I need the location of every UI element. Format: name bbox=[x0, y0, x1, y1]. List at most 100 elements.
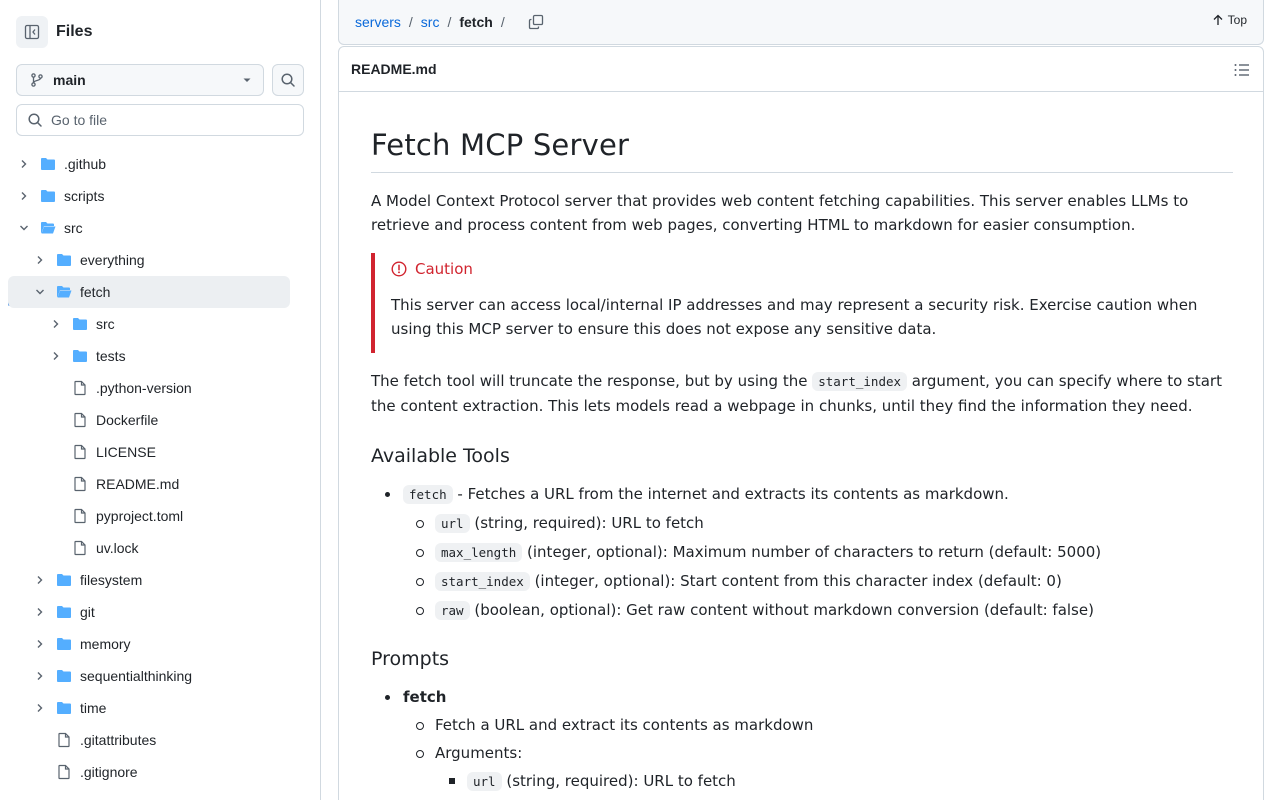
tree-item-label: filesystem bbox=[80, 572, 143, 588]
tree-folder-git[interactable]: git bbox=[8, 596, 290, 628]
folder-icon bbox=[56, 700, 72, 716]
tree-item-label: tests bbox=[96, 348, 126, 364]
tools-list: fetch - Fetches a URL from the internet … bbox=[371, 482, 1233, 623]
chevron-right-icon[interactable] bbox=[32, 668, 48, 684]
file-tree-sidebar: Files main .github scripts src everything fe… bbox=[0, 0, 321, 800]
tree-item-label: fetch bbox=[80, 284, 111, 300]
stop-alert-icon bbox=[391, 261, 407, 277]
inline-code: url bbox=[467, 772, 502, 791]
argument-description: (string, required): URL to fetch bbox=[501, 772, 736, 790]
tree-folder-everything[interactable]: everything bbox=[8, 244, 290, 276]
inline-code: start_index bbox=[812, 372, 908, 391]
sidebar-collapse-icon bbox=[24, 24, 40, 40]
tree-file-pyproject-toml[interactable]: pyproject.toml bbox=[8, 500, 290, 532]
tree-folder-fetch[interactable]: fetch bbox=[8, 276, 290, 308]
folder-icon bbox=[56, 636, 72, 652]
breadcrumb-src-link[interactable]: src bbox=[421, 14, 440, 30]
list-item: raw (boolean, optional): Get raw content… bbox=[403, 598, 1233, 623]
tree-item-label: pyproject.toml bbox=[96, 508, 184, 524]
chevron-right-icon[interactable] bbox=[48, 348, 64, 364]
tree-item-label: time bbox=[80, 700, 107, 716]
tree-file-gitignore[interactable]: .gitignore bbox=[8, 756, 290, 788]
tree-item-label: .python-version bbox=[96, 380, 192, 396]
file-name: README.md bbox=[351, 61, 437, 77]
collapse-sidebar-button[interactable] bbox=[16, 16, 48, 48]
tree-file-license[interactable]: LICENSE bbox=[8, 436, 290, 468]
file-viewer: README.md Fetch MCP Server A Model Conte… bbox=[338, 46, 1264, 800]
breadcrumb-separator: / bbox=[500, 14, 505, 30]
tree-item-label: src bbox=[96, 316, 115, 332]
git-branch-icon bbox=[31, 73, 43, 87]
prompts-list: fetch Fetch a URL and extract its conten… bbox=[371, 685, 1233, 794]
tree-folder-github[interactable]: .github bbox=[8, 148, 290, 180]
sidebar-header: Files bbox=[16, 16, 92, 48]
prompt-detail-list: Fetch a URL and extract its contents as … bbox=[403, 713, 1233, 794]
parameter-list: url (string, required): URL to fetch max_… bbox=[403, 511, 1233, 623]
inline-code: fetch bbox=[403, 485, 453, 504]
folder-icon bbox=[56, 572, 72, 588]
folder-icon bbox=[40, 188, 56, 204]
tree-folder-src[interactable]: src bbox=[8, 212, 290, 244]
search-icon bbox=[28, 113, 42, 127]
outline-list-icon[interactable] bbox=[1233, 61, 1251, 79]
tree-file-readme-md[interactable]: README.md bbox=[8, 468, 290, 500]
tree-folder-sequentialthinking[interactable]: sequentialthinking bbox=[8, 660, 290, 692]
file-icon bbox=[72, 540, 88, 556]
tree-file-uv-lock[interactable]: uv.lock bbox=[8, 532, 290, 564]
breadcrumb-current: fetch bbox=[459, 14, 493, 30]
tree-file-gitattributes[interactable]: .gitattributes bbox=[8, 724, 290, 756]
chevron-down-icon[interactable] bbox=[32, 284, 48, 300]
file-icon bbox=[72, 444, 88, 460]
back-to-top-label: Top bbox=[1227, 13, 1247, 27]
tree-item-label: .gitattributes bbox=[80, 732, 157, 748]
back-to-top-button[interactable]: Top bbox=[1212, 13, 1247, 27]
chevron-right-icon[interactable] bbox=[48, 316, 64, 332]
tree-folder-src[interactable]: src bbox=[8, 308, 290, 340]
search-repo-button[interactable] bbox=[272, 64, 304, 96]
tree-folder-tests[interactable]: tests bbox=[8, 340, 290, 372]
go-to-file-input[interactable] bbox=[51, 112, 291, 128]
file-icon bbox=[56, 732, 72, 748]
caret-down-icon bbox=[243, 78, 251, 82]
tree-file-dockerfile[interactable]: Dockerfile bbox=[8, 404, 290, 436]
tree-item-label: everything bbox=[80, 252, 145, 268]
inline-code: url bbox=[435, 514, 470, 533]
parameter-description: (integer, optional): Start content from … bbox=[529, 572, 1062, 590]
list-item: Fetch a URL and extract its contents as … bbox=[403, 713, 1233, 737]
breadcrumb-repo-link[interactable]: servers bbox=[355, 14, 401, 30]
copy-path-button[interactable] bbox=[525, 11, 547, 33]
chevron-right-icon[interactable] bbox=[16, 188, 32, 204]
tree-file-python-version[interactable]: .python-version bbox=[8, 372, 290, 404]
readme-content: Fetch MCP Server A Model Context Protoco… bbox=[371, 127, 1233, 794]
chevron-right-icon[interactable] bbox=[32, 700, 48, 716]
prompts-heading: Prompts bbox=[371, 648, 450, 670]
list-item: max_length (integer, optional): Maximum … bbox=[403, 540, 1233, 565]
inline-code: max_length bbox=[435, 543, 523, 562]
chevron-right-icon[interactable] bbox=[32, 572, 48, 588]
chevron-down-icon[interactable] bbox=[16, 220, 32, 236]
chevron-right-icon[interactable] bbox=[16, 156, 32, 172]
tree-folder-filesystem[interactable]: filesystem bbox=[8, 564, 290, 596]
parameter-description: (boolean, optional): Get raw content wit… bbox=[469, 601, 1094, 619]
file-icon bbox=[56, 764, 72, 780]
tree-item-label: scripts bbox=[64, 188, 105, 204]
available-tools-heading: Available Tools bbox=[371, 445, 510, 467]
chevron-right-icon[interactable] bbox=[32, 252, 48, 268]
tree-folder-time[interactable]: time bbox=[8, 692, 290, 724]
tree-item-label: src bbox=[64, 220, 83, 236]
tree-item-label: .github bbox=[64, 156, 107, 172]
list-item: fetch - Fetches a URL from the internet … bbox=[371, 482, 1233, 623]
breadcrumb-separator: / bbox=[408, 14, 413, 30]
folder-open-icon bbox=[56, 284, 72, 300]
chevron-right-icon[interactable] bbox=[32, 604, 48, 620]
tree-folder-memory[interactable]: memory bbox=[8, 628, 290, 660]
tree-folder-scripts[interactable]: scripts bbox=[8, 180, 290, 212]
file-header-bar: servers / src / fetch / Top bbox=[338, 0, 1264, 45]
go-to-file-field[interactable] bbox=[16, 104, 304, 136]
chevron-right-icon[interactable] bbox=[32, 636, 48, 652]
branch-selector-button[interactable]: main bbox=[16, 64, 264, 96]
